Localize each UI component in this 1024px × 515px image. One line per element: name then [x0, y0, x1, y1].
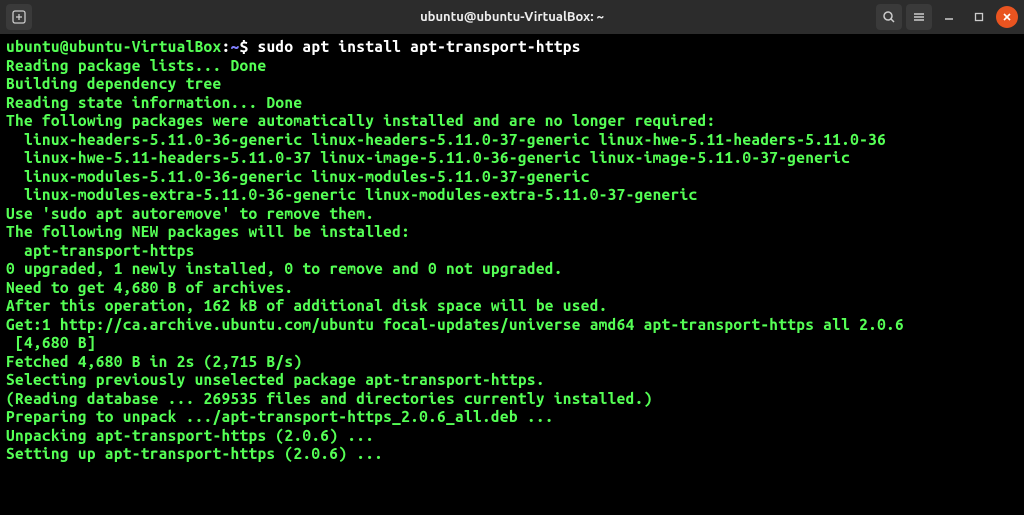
output-line: After this operation, 162 kB of addition… — [6, 297, 1018, 316]
terminal-body[interactable]: ubuntu@ubuntu-VirtualBox:~$ sudo apt ins… — [0, 34, 1024, 515]
output-line: Fetched 4,680 B in 2s (2,715 B/s) — [6, 353, 1018, 372]
prompt-userhost: ubuntu@ubuntu-VirtualBox — [6, 38, 222, 55]
output-line: Get:1 http://ca.archive.ubuntu.com/ubunt… — [6, 316, 1018, 335]
prompt-path: ~ — [231, 38, 240, 55]
window-titlebar: ubuntu@ubuntu-VirtualBox: ~ — [0, 0, 1024, 34]
prompt-colon: : — [222, 38, 231, 55]
menu-button[interactable] — [906, 4, 932, 30]
new-tab-icon — [12, 10, 26, 24]
output-line: Building dependency tree — [6, 75, 1018, 94]
output-line: linux-modules-5.11.0-36-generic linux-mo… — [6, 168, 1018, 187]
output-line: 0 upgraded, 1 newly installed, 0 to remo… — [6, 260, 1018, 279]
output-line: Preparing to unpack .../apt-transport-ht… — [6, 408, 1018, 427]
menu-icon — [912, 10, 926, 24]
titlebar-left — [6, 4, 32, 30]
output-line: Setting up apt-transport-https (2.0.6) .… — [6, 445, 1018, 464]
output-line: linux-hwe-5.11-headers-5.11.0-37 linux-i… — [6, 149, 1018, 168]
output-line: Unpacking apt-transport-https (2.0.6) ..… — [6, 427, 1018, 446]
window-title: ubuntu@ubuntu-VirtualBox: ~ — [420, 10, 604, 24]
search-icon — [882, 10, 896, 24]
maximize-icon — [974, 12, 984, 22]
search-button[interactable] — [876, 4, 902, 30]
output-line: [4,680 B] — [6, 334, 1018, 353]
output-line: Reading package lists... Done — [6, 57, 1018, 76]
output-line: The following packages were automaticall… — [6, 112, 1018, 131]
close-icon — [1002, 12, 1012, 22]
new-tab-button[interactable] — [6, 4, 32, 30]
minimize-button[interactable] — [936, 4, 962, 30]
prompt-line: ubuntu@ubuntu-VirtualBox:~$ sudo apt ins… — [6, 38, 1018, 57]
command-text: sudo apt install apt-transport-https — [257, 38, 580, 55]
output-line: apt-transport-https — [6, 242, 1018, 261]
minimize-icon — [944, 12, 954, 22]
output-line: (Reading database ... 269535 files and d… — [6, 390, 1018, 409]
close-button[interactable] — [996, 6, 1018, 28]
prompt-dollar: $ — [240, 38, 249, 55]
output-line: Selecting previously unselected package … — [6, 371, 1018, 390]
output-line: Use 'sudo apt autoremove' to remove them… — [6, 205, 1018, 224]
output-line: The following NEW packages will be insta… — [6, 223, 1018, 242]
output-line: Reading state information... Done — [6, 94, 1018, 113]
output-line: linux-headers-5.11.0-36-generic linux-he… — [6, 131, 1018, 150]
output-line: Need to get 4,680 B of archives. — [6, 279, 1018, 298]
output-line: linux-modules-extra-5.11.0-36-generic li… — [6, 186, 1018, 205]
titlebar-right — [876, 4, 1018, 30]
maximize-button[interactable] — [966, 4, 992, 30]
